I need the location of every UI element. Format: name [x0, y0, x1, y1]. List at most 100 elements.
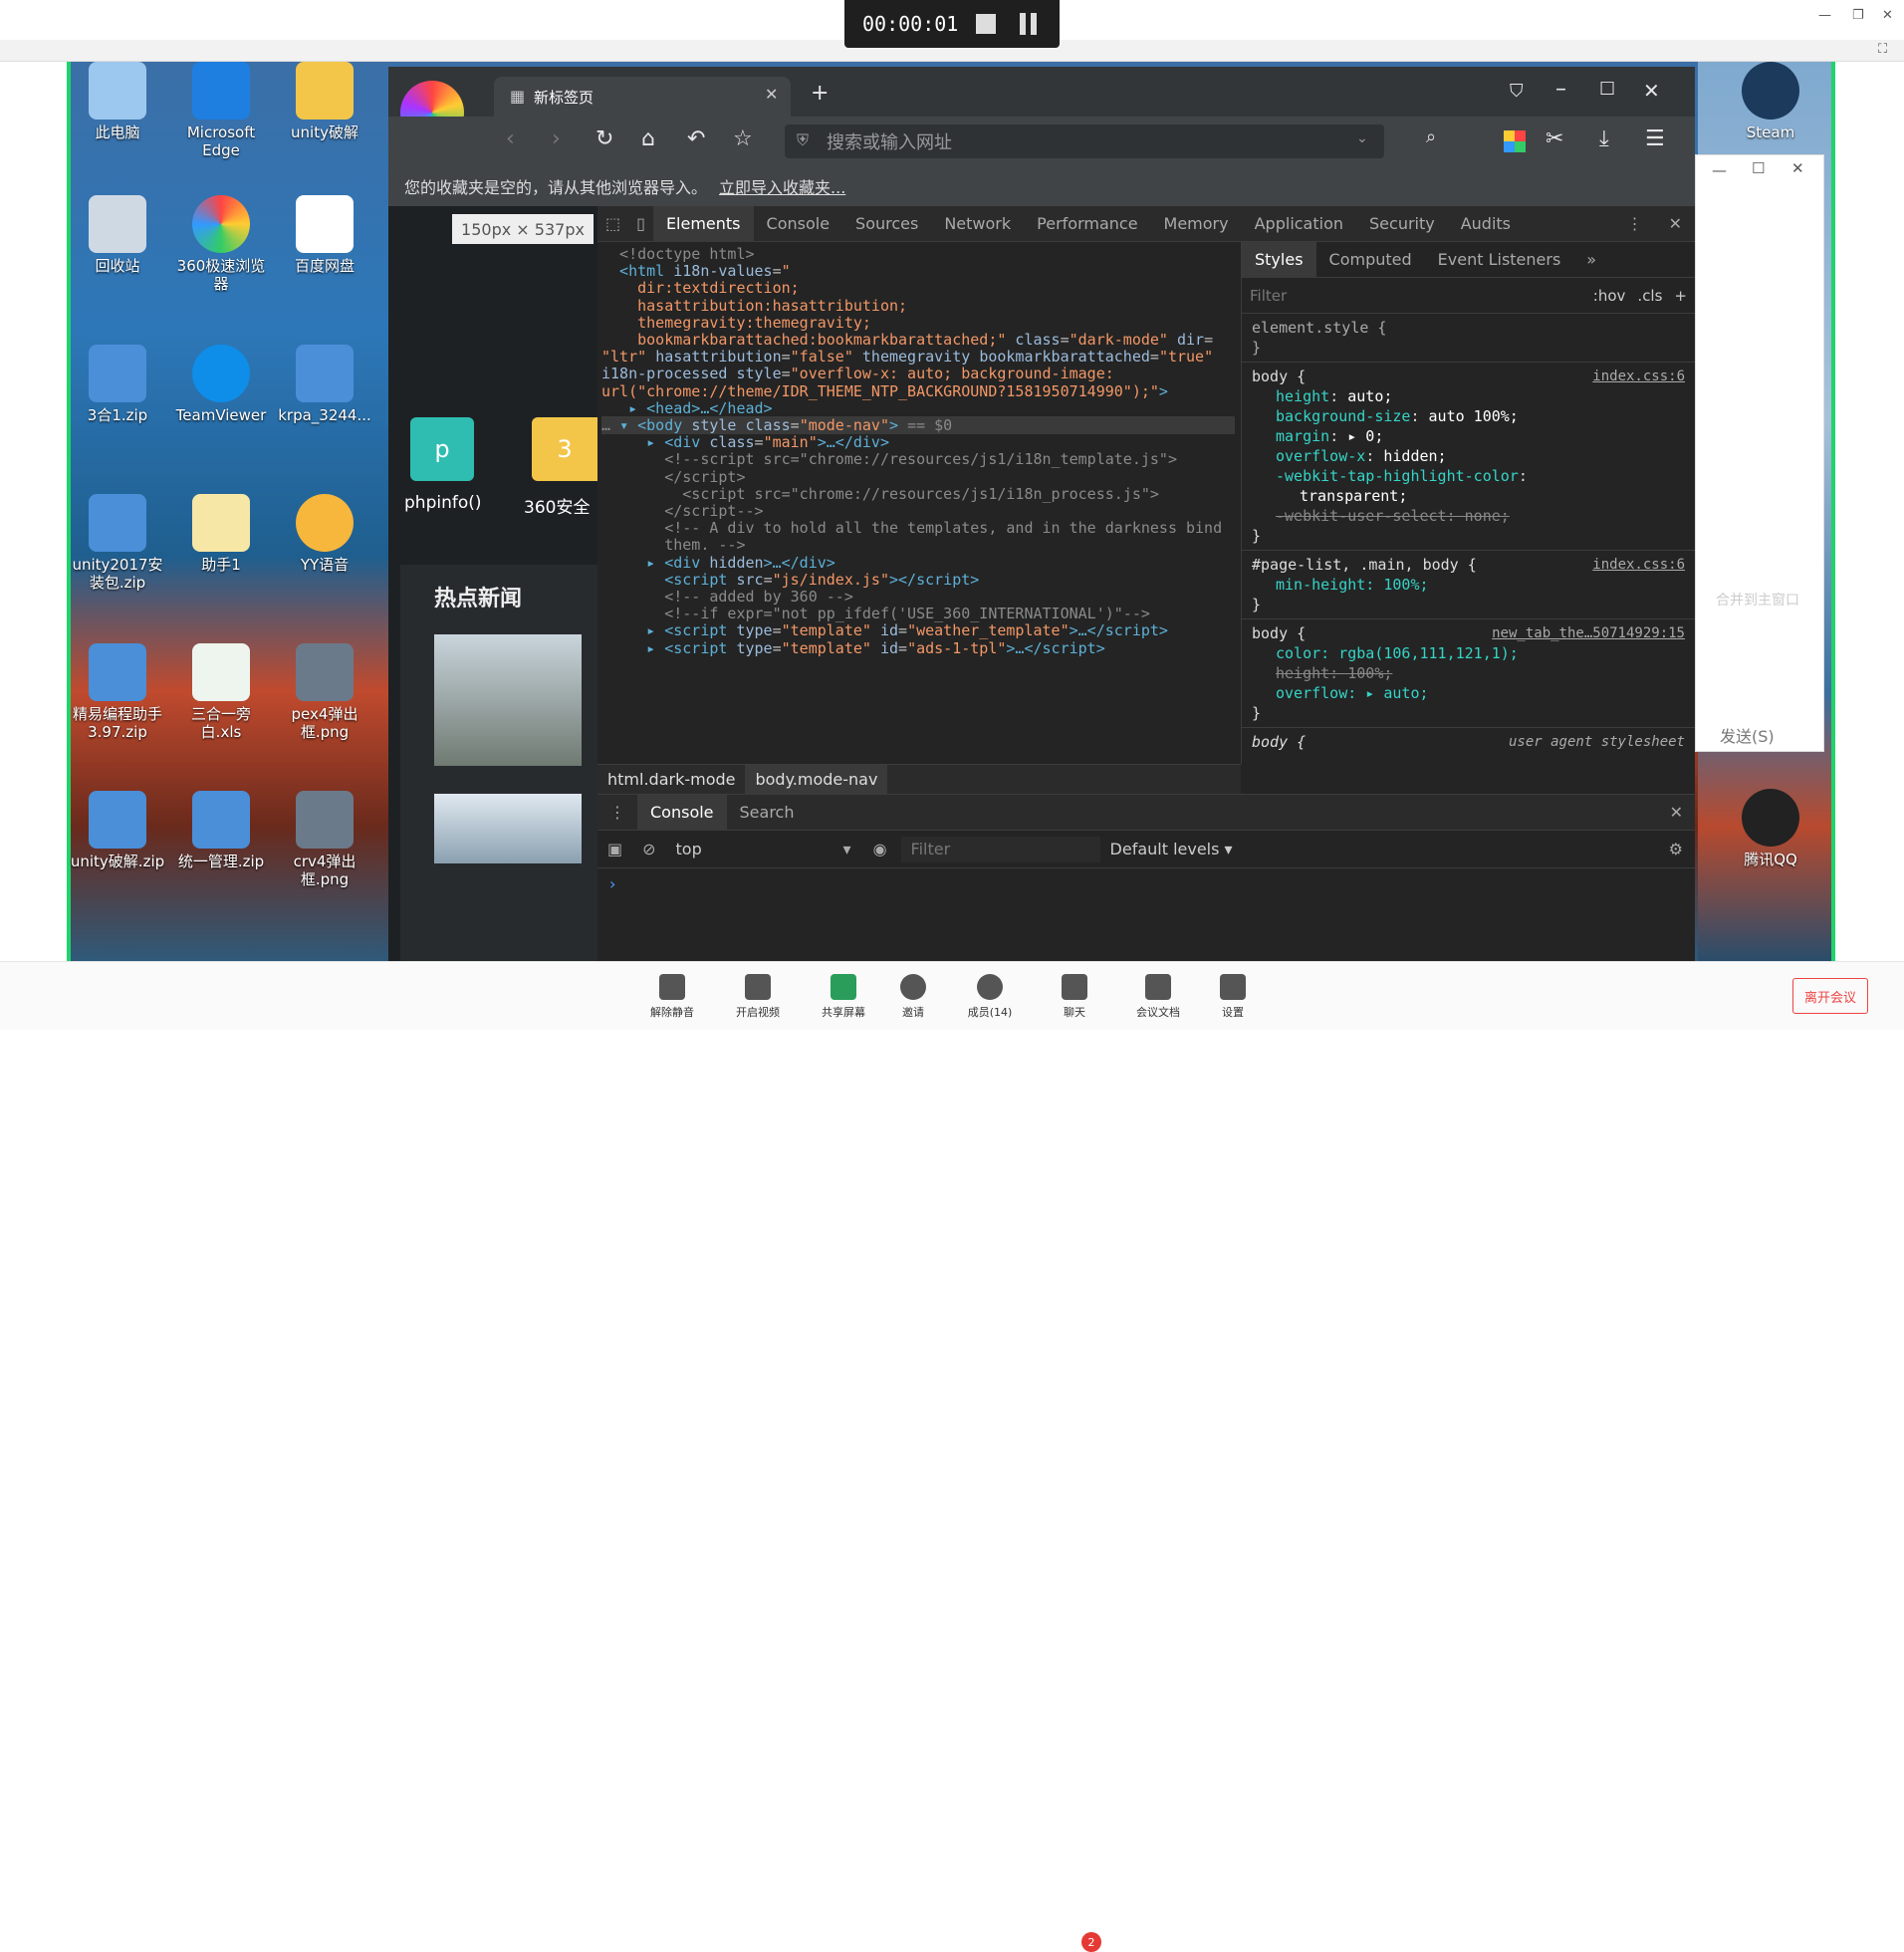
cls-toggle[interactable]: .cls	[1637, 287, 1662, 305]
fullscreen-icon[interactable]: ⛶	[1878, 42, 1887, 57]
tab-styles[interactable]: Styles	[1242, 242, 1316, 278]
leave-meeting-button[interactable]: 离开会议	[1792, 978, 1868, 1014]
desktop-icon-krpa[interactable]: krpa_3244...	[275, 345, 374, 424]
invite-button[interactable]: 邀请	[883, 974, 943, 1020]
tab-memory[interactable]: Memory	[1151, 214, 1242, 233]
rule-source-link[interactable]: index.css:6	[1592, 555, 1685, 575]
reload-icon[interactable]: ↻	[595, 126, 613, 151]
window-close-icon[interactable]: ✕	[1643, 79, 1660, 103]
elements-tree[interactable]: <!doctype html> <html i18n-values=" dir:…	[597, 242, 1235, 764]
desktop-icon-recycle-bin[interactable]: 回收站	[68, 195, 167, 275]
desktop-icon-unified-zip[interactable]: 统一管理.zip	[171, 791, 271, 870]
desktop-icon-edge[interactable]: Microsoft Edge	[171, 62, 271, 159]
download-icon[interactable]: ⤓	[1599, 126, 1609, 151]
window-maximize-icon[interactable]: ☐	[1599, 79, 1615, 100]
share-screen-button[interactable]: 共享屏幕	[814, 974, 873, 1020]
drawer-tab-console[interactable]: Console	[637, 794, 727, 831]
close-icon[interactable]: ✕	[1882, 8, 1893, 23]
context-dropdown-icon[interactable]: ▾	[835, 840, 859, 858]
device-toggle-icon[interactable]: ▯	[628, 214, 653, 233]
breadcrumb-body[interactable]: body.mode-nav	[745, 764, 888, 795]
more-options-icon[interactable]: ⋮	[1614, 214, 1656, 233]
tab-performance[interactable]: Performance	[1024, 214, 1150, 233]
translate-icon[interactable]: ⌕	[1426, 126, 1436, 147]
log-levels-select[interactable]: Default levels ▾	[1100, 840, 1243, 858]
unmute-button[interactable]: 解除静音	[642, 974, 702, 1020]
desktop-icon-helper1[interactable]: 助手1	[171, 494, 271, 574]
context-select[interactable]: top	[666, 840, 835, 858]
desktop-icon-pex4[interactable]: pex4弹出框.png	[275, 643, 374, 741]
tab-computed[interactable]: Computed	[1316, 250, 1425, 269]
qq-close-icon[interactable]: ✕	[1791, 159, 1804, 177]
drawer-tab-search[interactable]: Search	[727, 803, 808, 822]
console-filter-input[interactable]: Filter	[900, 836, 1100, 862]
start-video-button[interactable]: 开启视频	[728, 974, 788, 1020]
dropdown-chevron-icon[interactable]: ⌄	[1356, 130, 1368, 146]
devtools-close-icon[interactable]: ✕	[1656, 214, 1695, 233]
tab-sources[interactable]: Sources	[842, 214, 931, 233]
desktop-icon-steam[interactable]: Steam	[1721, 62, 1820, 141]
chat-button[interactable]: 聊天	[1045, 974, 1104, 1020]
tab-event-listeners[interactable]: Event Listeners	[1425, 250, 1574, 269]
home-icon[interactable]: ⌂	[641, 126, 655, 151]
scissors-icon[interactable]: ✂	[1546, 126, 1563, 151]
settings-button[interactable]: 设置	[1203, 974, 1263, 1020]
tab-network[interactable]: Network	[931, 214, 1024, 233]
desktop-icon-xls[interactable]: 三合一旁白.xls	[171, 643, 271, 741]
tab-new-tab[interactable]: 新标签页	[494, 77, 791, 117]
desktop-icon-yijian[interactable]: 精易编程助手3.97.zip	[68, 643, 167, 741]
eye-icon[interactable]: ◉	[859, 840, 901, 858]
site-tile-phpinfo[interactable]: p	[410, 417, 474, 481]
address-bar[interactable]: 搜索或输入网址	[785, 124, 1384, 158]
new-tab-icon[interactable]: +	[811, 81, 829, 106]
apps-icon[interactable]	[1504, 130, 1526, 152]
back-icon[interactable]: ‹	[506, 126, 515, 151]
sidebar-toggle-icon[interactable]: ▣	[597, 840, 632, 858]
desktop-icon-yy[interactable]: YY语音	[275, 494, 374, 574]
clear-console-icon[interactable]: ⊘	[632, 840, 665, 858]
desktop-icon-teamviewer[interactable]: TeamViewer	[171, 345, 271, 424]
breadcrumb-html[interactable]: html.dark-mode	[597, 770, 745, 789]
news-image[interactable]	[434, 634, 582, 766]
qq-minimize-icon[interactable]: —	[1712, 161, 1727, 179]
import-bookmarks-link[interactable]: 立即导入收藏夹...	[719, 174, 845, 198]
forward-icon[interactable]: ›	[552, 126, 561, 151]
undo-icon[interactable]: ↶	[687, 126, 705, 151]
settings-gear-icon[interactable]: ⚙	[1657, 840, 1695, 858]
meeting-docs-button[interactable]: 会议文档	[1128, 974, 1188, 1020]
tab-console[interactable]: Console	[754, 214, 843, 233]
rule-source-link[interactable]: index.css:6	[1592, 366, 1685, 386]
star-icon[interactable]: ☆	[733, 126, 753, 151]
styles-filter-input[interactable]: Filter	[1250, 287, 1593, 305]
qq-merge-label[interactable]: 合并到主窗口	[1716, 590, 1799, 610]
stop-icon[interactable]	[976, 14, 996, 34]
desktop-icon-unity-crack[interactable]: unity破解	[275, 62, 374, 141]
desktop-icon-3in1-zip[interactable]: 3合1.zip	[68, 345, 167, 424]
rule-source-link[interactable]: new_tab_the…50714929:15	[1492, 623, 1685, 643]
more-tabs-icon[interactable]: »	[1573, 250, 1609, 269]
desktop-icon-360-browser[interactable]: 360极速浏览器	[171, 195, 271, 293]
hov-toggle[interactable]: :hov	[1593, 287, 1626, 305]
tab-audits[interactable]: Audits	[1448, 214, 1524, 233]
desktop-icon-crv4[interactable]: crv4弹出框.png	[275, 791, 374, 888]
minimize-icon[interactable]: —	[1818, 8, 1831, 23]
inspect-icon[interactable]: ⬚	[597, 214, 628, 233]
drawer-menu-icon[interactable]: ⋮	[597, 803, 637, 822]
desktop-icon-qq[interactable]: 腾讯QQ	[1721, 789, 1820, 868]
qq-send-button[interactable]: 发送(S)	[1720, 723, 1775, 747]
desktop-icon-unity2017[interactable]: unity2017安装包.zip	[68, 494, 167, 592]
console-prompt[interactable]: ›	[597, 868, 1695, 899]
restore-icon[interactable]: ❐	[1852, 8, 1864, 23]
menu-icon[interactable]: ☰	[1645, 126, 1665, 151]
tab-security[interactable]: Security	[1356, 214, 1448, 233]
qq-maximize-icon[interactable]: ☐	[1752, 159, 1765, 177]
tab-elements[interactable]: Elements	[652, 205, 754, 242]
skin-icon[interactable]: ⛉	[1510, 81, 1524, 102]
drawer-close-icon[interactable]: ✕	[1658, 803, 1695, 822]
add-rule-icon[interactable]: +	[1674, 287, 1687, 305]
site-tile-360[interactable]: 3	[532, 417, 597, 481]
tab-application[interactable]: Application	[1242, 214, 1356, 233]
members-button[interactable]: 成员(14)	[960, 974, 1020, 1020]
pause-icon[interactable]	[1020, 13, 1037, 35]
desktop-icon-this-pc[interactable]: 此电脑	[68, 62, 167, 141]
